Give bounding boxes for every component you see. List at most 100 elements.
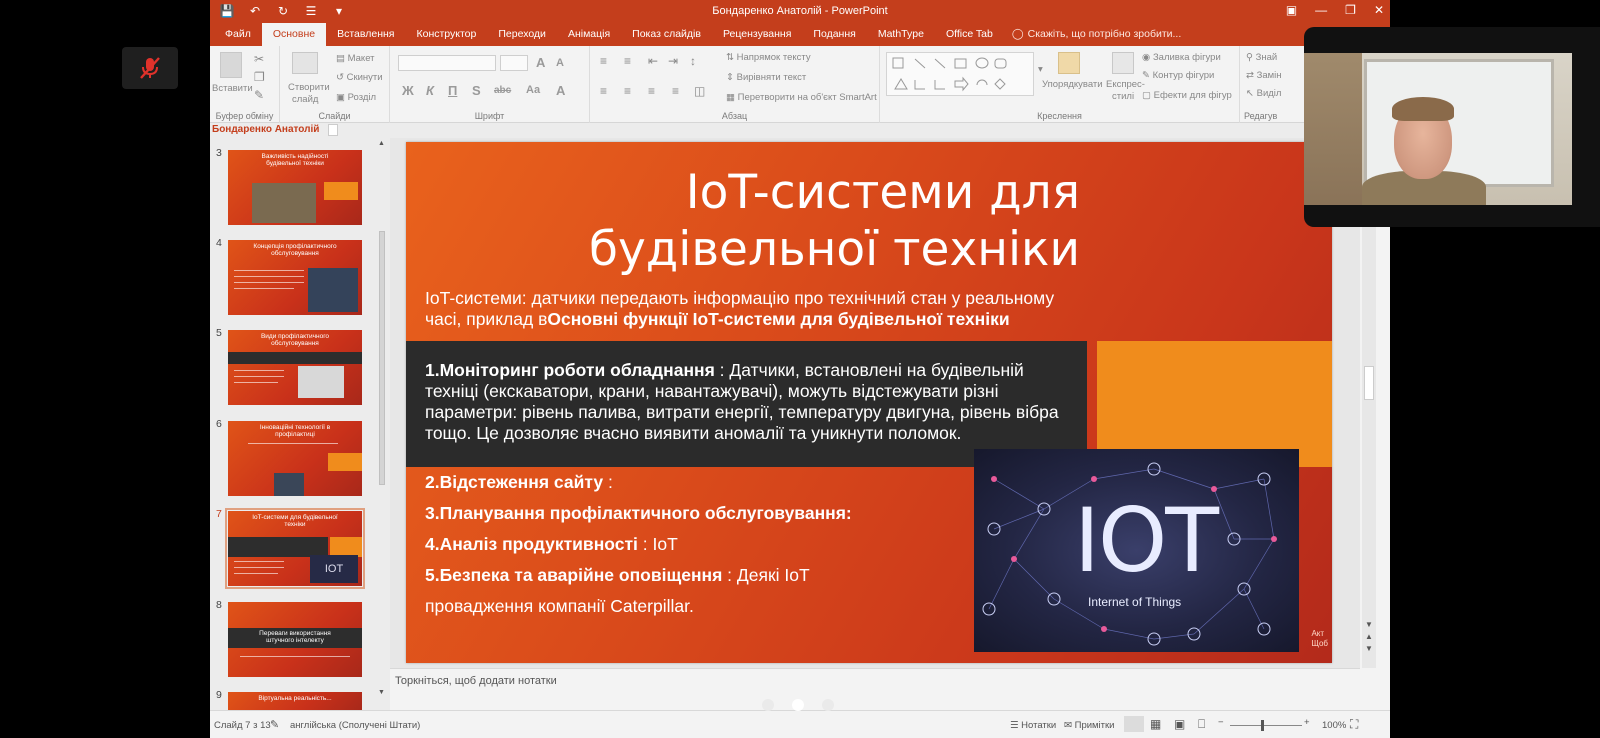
tab-transitions[interactable]: Переходи bbox=[487, 23, 557, 46]
zoom-slider[interactable] bbox=[1230, 725, 1302, 726]
tab-office-tab[interactable]: Office Tab bbox=[935, 23, 1004, 46]
slide-thumbnail-8[interactable]: Переваги використання штучного інтелекту bbox=[228, 602, 362, 677]
align-left-icon[interactable]: ≡ bbox=[600, 84, 607, 98]
numbering-icon[interactable]: ≡ bbox=[624, 54, 631, 68]
align-text-button[interactable]: ⇕ Вирівняти текст bbox=[726, 72, 806, 83]
reading-view-icon[interactable]: ▣ bbox=[1174, 717, 1185, 731]
page-dot[interactable] bbox=[762, 699, 774, 711]
bullet-performance-analysis[interactable]: 4.Аналіз продуктивності : IoT bbox=[425, 534, 678, 555]
iot-illustration[interactable]: IOT Internet of Things bbox=[974, 449, 1299, 652]
copy-icon[interactable]: ❐ bbox=[254, 70, 265, 84]
ribbon-options-icon[interactable]: ▣ bbox=[1286, 3, 1297, 17]
change-case-button[interactable]: Aa bbox=[526, 84, 540, 96]
tab-insert[interactable]: Вставлення bbox=[326, 23, 405, 46]
slide-thumbnail-3[interactable]: Важливість надійності будівельної технік… bbox=[228, 150, 362, 225]
strikethrough-button[interactable]: abc bbox=[494, 85, 511, 96]
notes-button[interactable]: ☰ Нотатки bbox=[1010, 720, 1056, 731]
font-name-input[interactable] bbox=[398, 55, 496, 71]
comments-button[interactable]: ✉ Примітки bbox=[1064, 720, 1114, 731]
language-indicator[interactable]: англійська (Сполучені Штати) bbox=[290, 720, 420, 731]
page-dot-active[interactable] bbox=[792, 699, 804, 711]
shape-effects-button[interactable]: ▢ Ефекти для фігур bbox=[1142, 90, 1232, 101]
tell-me-box[interactable]: ◯ Скажіть, що потрібно зробити... bbox=[1004, 23, 1189, 46]
scrollbar-thumb[interactable] bbox=[379, 231, 385, 485]
normal-view-icon[interactable] bbox=[1124, 716, 1144, 732]
quick-styles-button-line2[interactable]: стилі bbox=[1112, 91, 1134, 102]
tab-slide-show[interactable]: Показ слайдів bbox=[621, 23, 712, 46]
slide-scrollbar-thumb[interactable] bbox=[1364, 366, 1374, 400]
quick-styles-icon[interactable] bbox=[1112, 52, 1134, 74]
tab-view[interactable]: Подання bbox=[802, 23, 866, 46]
bullets-icon[interactable]: ≡ bbox=[600, 54, 607, 68]
italic-button[interactable]: К bbox=[426, 83, 434, 98]
align-center-icon[interactable]: ≡ bbox=[624, 84, 631, 98]
layout-button[interactable]: ▤ Макет bbox=[336, 53, 375, 64]
quick-styles-button[interactable]: Експрес- bbox=[1106, 79, 1145, 90]
tab-file[interactable]: Файл bbox=[214, 23, 262, 46]
underline-button[interactable]: П bbox=[448, 83, 457, 98]
minimize-icon[interactable]: — bbox=[1315, 3, 1327, 17]
slide-thumbnail-9[interactable]: Віртуальна реальність... bbox=[228, 692, 362, 710]
paste-icon[interactable] bbox=[220, 52, 242, 78]
scroll-up-icon[interactable]: ▲ bbox=[378, 140, 385, 147]
shadow-button[interactable]: S bbox=[472, 83, 481, 98]
new-slide-button-line2[interactable]: слайд bbox=[292, 94, 318, 105]
fit-to-window-icon[interactable]: ⛶ bbox=[1350, 717, 1358, 732]
slide-thumbnail-5[interactable]: Види профілактичного обслуговування bbox=[228, 330, 362, 405]
notes-pane[interactable]: Торкніться, щоб додати нотатки bbox=[390, 668, 1360, 710]
shrink-font-button[interactable]: A bbox=[556, 57, 564, 69]
next-slide-icon[interactable]: ▼ bbox=[1365, 644, 1373, 653]
tab-home[interactable]: Основне bbox=[261, 23, 327, 46]
replace-button[interactable]: ⇄ Замін bbox=[1246, 70, 1282, 81]
microphone-muted-button[interactable] bbox=[122, 47, 178, 89]
tab-animations[interactable]: Анімація bbox=[557, 23, 621, 46]
slide-thumbnail-4[interactable]: Концепція профілактичного обслуговування bbox=[228, 240, 362, 315]
cut-icon[interactable]: ✂ bbox=[254, 52, 264, 66]
section-button[interactable]: ▣ Розділ bbox=[336, 92, 376, 103]
slide-show-icon[interactable]: ⎕ bbox=[1198, 717, 1205, 732]
slide-title[interactable]: IoT-системи для будівельної техніки bbox=[589, 164, 1080, 278]
reset-button[interactable]: ↺ Скинути bbox=[336, 72, 383, 83]
grow-font-button[interactable]: A bbox=[536, 55, 545, 70]
shape-outline-button[interactable]: ✎ Контур фігури bbox=[1142, 70, 1214, 81]
intro-text[interactable]: IoT-системи: датчики передають інформаці… bbox=[425, 288, 1065, 330]
justify-icon[interactable]: ≡ bbox=[672, 84, 679, 98]
bullet-safety-alerts[interactable]: 5.Безпека та аварійне оповіщення : Деякі… bbox=[425, 565, 810, 586]
thumbnails-scrollbar[interactable]: ▲ ▼ bbox=[376, 138, 388, 698]
previous-slide-icon[interactable]: ▲ bbox=[1365, 632, 1373, 641]
close-icon[interactable]: ✕ bbox=[1374, 3, 1384, 17]
bullet-monitoring[interactable]: 1.Моніторинг роботи обладнання : Датчики… bbox=[425, 360, 1065, 444]
font-size-input[interactable] bbox=[500, 55, 528, 71]
text-direction-button[interactable]: ⇅ Напрямок тексту bbox=[726, 52, 811, 63]
tab-review[interactable]: Рецензування bbox=[712, 23, 802, 46]
zoom-level[interactable]: 100% bbox=[1322, 720, 1346, 731]
new-slide-icon[interactable] bbox=[292, 52, 318, 74]
decrease-indent-icon[interactable]: ⇤ bbox=[648, 54, 658, 68]
find-button[interactable]: ⚲ Знай bbox=[1246, 52, 1277, 63]
page-dot[interactable] bbox=[822, 699, 834, 711]
current-slide[interactable]: IoT-системи для будівельної техніки IoT-… bbox=[406, 142, 1332, 663]
shapes-more-icon[interactable]: ▾ bbox=[1038, 64, 1043, 75]
scroll-down-icon[interactable]: ▼ bbox=[378, 689, 385, 696]
arrange-button[interactable]: Упорядкувати bbox=[1042, 79, 1103, 90]
tab-mathtype[interactable]: MathType bbox=[867, 23, 935, 46]
zoom-slider-thumb[interactable] bbox=[1261, 720, 1264, 731]
slide-thumbnail-6[interactable]: Інноваційні технології в профілактиці bbox=[228, 421, 362, 496]
format-painter-icon[interactable]: ✎ bbox=[254, 88, 264, 102]
shapes-gallery[interactable] bbox=[886, 52, 1034, 96]
bullet-caterpillar-text[interactable]: провадження компанії Caterpillar. bbox=[425, 596, 694, 617]
scroll-down-icon[interactable]: ▼ bbox=[1365, 620, 1373, 629]
restore-icon[interactable]: ❐ bbox=[1345, 3, 1356, 17]
columns-icon[interactable]: ◫ bbox=[694, 84, 705, 98]
align-right-icon[interactable]: ≡ bbox=[648, 84, 655, 98]
zoom-in-icon[interactable]: + bbox=[1304, 717, 1310, 728]
section-name[interactable]: Бондаренко Анатолій bbox=[212, 124, 319, 135]
tab-design[interactable]: Конструктор bbox=[405, 23, 487, 46]
new-slide-button[interactable]: Створити bbox=[288, 82, 330, 93]
bold-button[interactable]: Ж bbox=[402, 83, 414, 98]
line-spacing-icon[interactable]: ↕ bbox=[690, 54, 696, 68]
select-button[interactable]: ↖ Виділ bbox=[1246, 88, 1281, 99]
bullet-maintenance-planning[interactable]: 3.Планування профілактичного обслуговува… bbox=[425, 503, 852, 524]
increase-indent-icon[interactable]: ⇥ bbox=[668, 54, 678, 68]
webcam-video-tile[interactable] bbox=[1304, 27, 1600, 227]
